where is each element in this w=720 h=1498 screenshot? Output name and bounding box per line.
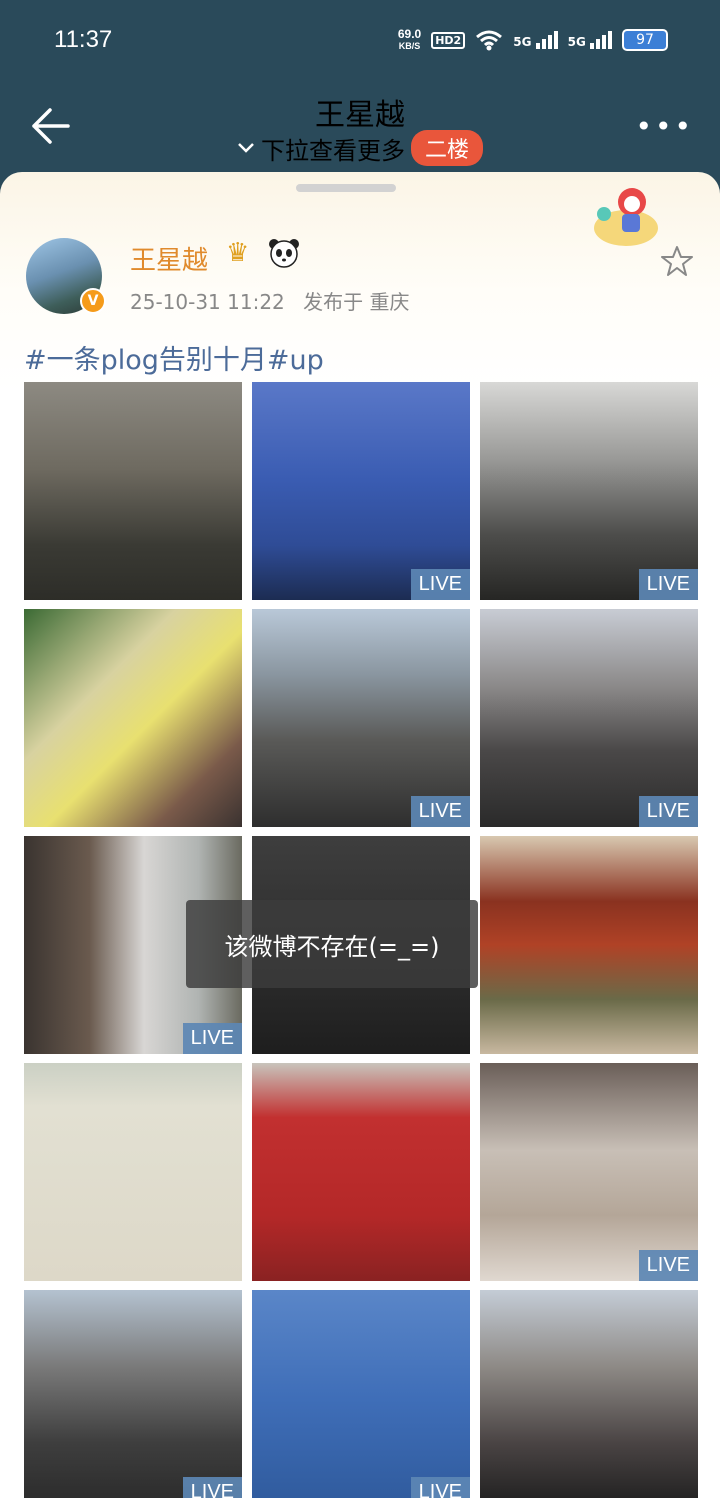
live-badge: LIVE xyxy=(638,569,698,600)
second-floor-badge[interactable]: 二楼 xyxy=(410,130,483,166)
live-badge: LIVE xyxy=(410,796,470,827)
battery-level: 97 xyxy=(636,32,654,48)
signal-5g-icon-2: 5G xyxy=(568,31,612,49)
grid-image[interactable]: LIVE xyxy=(480,609,698,827)
post-timestamp: 25-10-31 11:22 xyxy=(130,290,285,314)
drag-handle[interactable] xyxy=(296,184,396,192)
grid-image[interactable]: LIVE xyxy=(252,609,470,827)
battery-icon: 97 xyxy=(622,29,668,51)
grid-image[interactable]: LIVE xyxy=(252,382,470,600)
net1-label: 5G xyxy=(513,35,532,49)
speed-value: 69.0 xyxy=(397,27,422,41)
grid-image[interactable] xyxy=(24,382,242,600)
pull-down-text: 下拉查看更多 xyxy=(260,136,405,165)
live-badge: LIVE xyxy=(638,1250,698,1281)
net2-label: 5G xyxy=(567,35,586,49)
page-title: 王星越 xyxy=(315,98,405,133)
more-menu-button[interactable]: ••• xyxy=(635,110,694,143)
panda-icon xyxy=(269,239,299,268)
live-badge: LIVE xyxy=(410,569,470,600)
grid-image[interactable]: LIVE xyxy=(252,1290,470,1498)
star-icon[interactable] xyxy=(660,244,694,278)
grid-image[interactable] xyxy=(480,836,698,1054)
post-meta: 25-10-31 11:22 发布于 重庆 xyxy=(130,286,410,315)
status-bar: 11:37 69.0 KB/S HD2 5G 5G 97 xyxy=(0,0,720,80)
grid-image[interactable]: LIVE xyxy=(24,1290,242,1498)
username[interactable]: 王星越 xyxy=(130,240,208,277)
post-card: V 王星越 ♛ 25-10-31 11:22 发布于 重庆 #一条plog告别十… xyxy=(0,172,720,1498)
signal-5g-icon: 5G xyxy=(513,31,558,49)
crown-icon: ♛ xyxy=(226,238,250,268)
chevron-down-icon xyxy=(238,143,254,153)
live-badge: LIVE xyxy=(182,1023,242,1054)
grid-image[interactable]: LIVE xyxy=(480,382,698,600)
wifi-icon xyxy=(476,30,503,51)
status-icons: 69.0 KB/S HD2 5G 5G 97 xyxy=(398,28,668,52)
network-speed: 69.0 KB/S xyxy=(398,28,421,52)
grid-image[interactable] xyxy=(480,1290,698,1498)
verified-badge-icon: V xyxy=(80,288,106,314)
grid-image[interactable] xyxy=(24,609,242,827)
clock: 11:37 xyxy=(54,26,113,53)
pull-down-hint[interactable]: 下拉查看更多 二楼 xyxy=(0,130,720,166)
grid-image[interactable] xyxy=(252,1063,470,1281)
live-badge: LIVE xyxy=(638,796,698,827)
mascot-icon[interactable] xyxy=(586,180,662,250)
hd-icon: HD2 xyxy=(431,31,466,49)
speed-unit: KB/S xyxy=(398,41,421,51)
toast-message: 该微博不存在(=_=) xyxy=(186,900,478,988)
post-location: 发布于 重庆 xyxy=(303,290,410,314)
grid-image[interactable] xyxy=(24,1063,242,1281)
grid-image[interactable]: LIVE xyxy=(480,1063,698,1281)
live-badge: LIVE xyxy=(182,1477,242,1498)
live-badge: LIVE xyxy=(410,1477,470,1498)
post-text[interactable]: #一条plog告别十月#up xyxy=(24,338,324,377)
